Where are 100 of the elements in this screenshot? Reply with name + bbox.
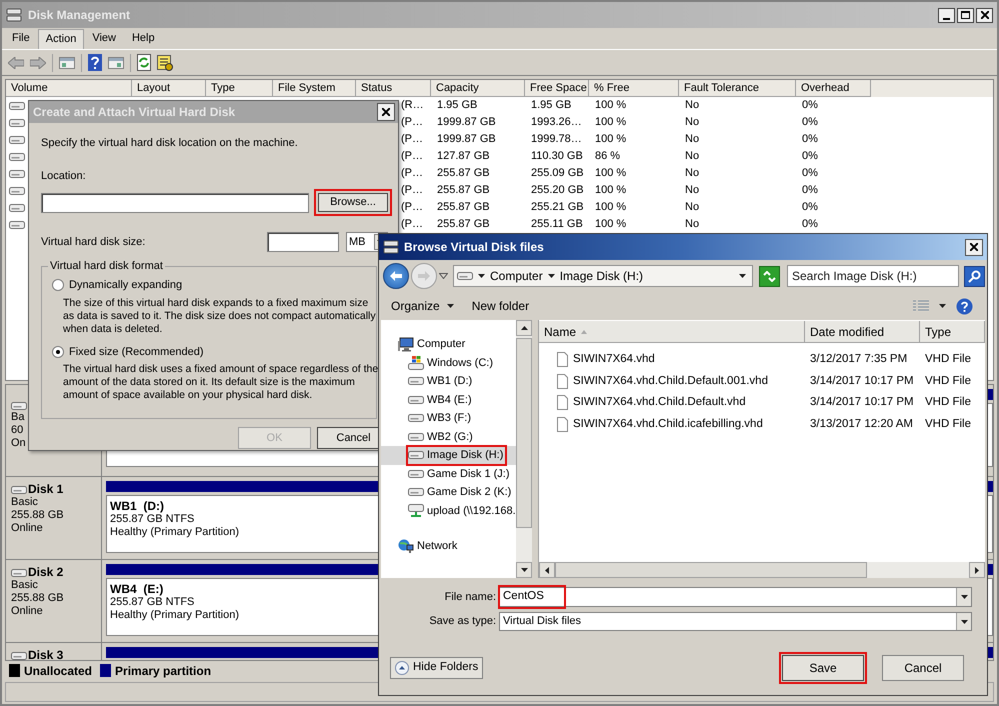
dialog-button[interactable]: Save [779,652,867,684]
radio-button[interactable] [52,279,64,292]
nav-item[interactable]: WB3 (F:) [408,410,473,427]
disk-info: 60 [11,424,24,437]
size-field[interactable] [267,232,339,252]
panel-icon[interactable] [108,56,124,68]
refresh-button[interactable] [759,266,780,286]
file-name[interactable]: SIWIN7X64.vhd.Child.Default.001.vhd [573,372,768,390]
left-arrow-icon[interactable] [545,566,549,574]
organize-button[interactable]: Organize [391,297,454,315]
breadcrumb-item[interactable]: Image Disk (H:) [560,267,644,285]
properties-icon[interactable] [157,54,173,70]
drive-icon [408,487,424,498]
nav-item[interactable]: WB1 (D:) [408,372,474,390]
nav-item[interactable]: WB4 (E:) [408,391,474,408]
disk-info: 255.88 GB [11,509,64,522]
help-icon[interactable] [88,54,102,71]
table-cell: 100 % [595,201,626,214]
close-button[interactable] [965,238,983,256]
caret-icon[interactable] [439,273,448,279]
table-cell: (P… [401,218,423,230]
nav-item[interactable]: Network [398,538,460,555]
partition-size: 255.87 GB NTFS [110,513,194,526]
table-cell: 255.87 GB [437,184,490,196]
radio-button[interactable] [52,346,64,358]
field-label: Location: [41,168,86,184]
disk-name: Disk 1 [28,483,64,496]
panel-icon[interactable] [59,56,75,68]
column-header[interactable]: Volume [6,80,132,97]
dialog-title: Browse Virtual Disk files [404,239,544,256]
maximize-button[interactable] [957,8,974,22]
nav-item[interactable]: WB2 (G:) [408,428,475,446]
table-cell: 1999.78… [531,133,582,146]
nav-item[interactable]: Game Disk 2 (K:) [408,484,514,501]
menu-item[interactable]: Help [124,28,163,48]
drive-icon [408,376,424,386]
minimize-button[interactable] [938,8,955,22]
breadcrumb-item[interactable]: Computer [490,267,543,285]
close-button[interactable] [976,8,993,22]
column-header[interactable]: % Free [589,80,679,97]
new-folder-button[interactable]: New folder [472,297,530,315]
option-label[interactable]: Fixed size (Recommended) [69,344,204,360]
location-field[interactable] [41,192,309,212]
dialog-button[interactable]: Cancel [879,652,967,684]
file-name-field[interactable]: CentOS [499,587,972,607]
menu-item[interactable]: Action [38,28,84,48]
table-cell: 255.11 GB [531,218,583,230]
back-arrow-icon[interactable] [8,56,24,68]
help-icon[interactable] [956,298,973,314]
column-header[interactable]: Layout [132,80,206,97]
app-icon [383,239,399,255]
scrollbar[interactable] [516,320,532,578]
column-header[interactable]: Status [356,80,431,97]
nav-item[interactable]: Windows (C:) [408,354,496,372]
windows-drive-icon [408,355,424,370]
browse-button[interactable]: Browse... [314,189,392,216]
network-drive-icon [408,503,424,518]
refresh-icon[interactable] [137,54,151,71]
column-header[interactable]: Capacity [431,80,525,97]
nav-item[interactable]: upload (\\192.168. [408,502,516,520]
drive-icon [11,650,27,660]
network-icon [398,538,414,554]
column-header[interactable]: Name [539,321,805,343]
table-cell: 1999.87 GB [437,116,496,128]
file-type-dropdown[interactable]: Virtual Disk files [499,612,972,631]
table-cell: 3/14/2017 10:17 PM [810,396,914,408]
drive-icon [9,118,25,128]
search-button[interactable] [964,266,985,286]
search-field[interactable]: Search Image Disk (H:) [787,265,959,287]
up-arrow-icon[interactable] [520,326,528,330]
back-button[interactable] [383,263,409,289]
table-cell: 1993.26… [531,116,582,128]
table-cell: No [685,150,700,162]
computer-icon [398,336,414,352]
scrollbar[interactable] [539,562,985,578]
table-cell: No [685,218,700,230]
column-header[interactable]: Type [206,80,273,97]
column-header[interactable]: Type [920,321,985,343]
column-header[interactable]: Overhead [796,80,871,97]
nav-item[interactable]: Game Disk 1 (J:) [408,465,512,482]
back-arrow-icon [390,271,402,281]
option-label[interactable]: Dynamically expanding [69,277,182,294]
file-name[interactable]: SIWIN7X64.vhd.Child.icafebilling.vhd [573,416,763,433]
forward-arrow-icon[interactable] [30,56,46,68]
right-arrow-icon[interactable] [975,566,979,574]
close-button[interactable] [377,103,395,121]
column-header[interactable]: Fault Tolerance [679,80,796,97]
hide-folders-button[interactable]: Hide Folders [390,657,484,679]
file-name[interactable]: SIWIN7X64.vhd.Child.Default.vhd [573,394,746,412]
address-bar[interactable]: Computer Image Disk (H:) [453,265,753,287]
down-arrow-icon[interactable] [520,568,528,572]
table-cell: (P… [401,184,423,196]
menu-item[interactable]: View [84,28,124,48]
file-name[interactable]: SIWIN7X64.vhd [573,351,655,368]
table-cell: 0% [802,133,818,146]
column-header[interactable]: Free Space [525,80,589,97]
nav-item[interactable]: Computer [398,336,468,353]
menu-item[interactable]: File [4,28,38,48]
column-header[interactable]: Date modified [805,321,920,343]
column-header[interactable]: File System [273,80,356,97]
